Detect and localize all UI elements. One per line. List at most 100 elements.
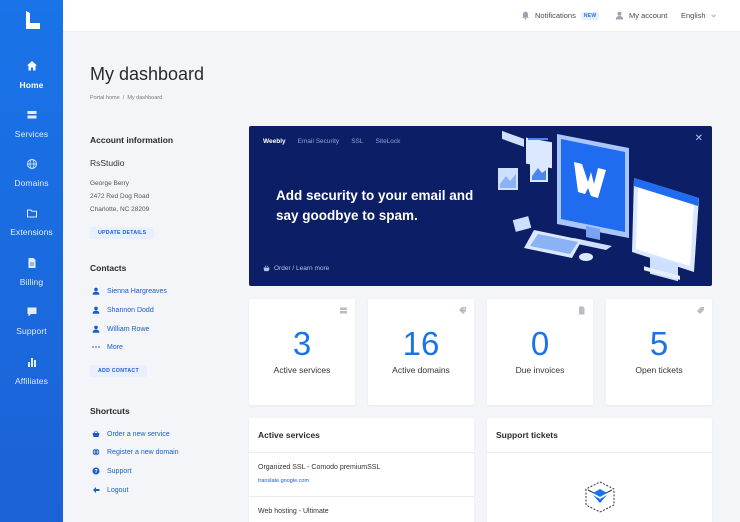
- promo-banner: Weebly Email Security SSL SiteLock ✕ Add…: [249, 126, 712, 286]
- active-services-panel: Active services Organized SSL - Comodo p…: [249, 418, 474, 522]
- service-url[interactable]: translate.google.com: [258, 478, 309, 484]
- banner-headline: Add security to your email and say goodb…: [276, 188, 474, 223]
- stat-value: 16: [402, 325, 440, 362]
- breadcrumb-current: My dashboard: [127, 95, 163, 101]
- tag-icon: [459, 307, 466, 314]
- contact-item[interactable]: Sienna Hargreaves: [92, 287, 167, 295]
- server-icon: [340, 307, 347, 314]
- globe-icon: [26, 159, 37, 169]
- breadcrumb-portal-home[interactable]: Portal home: [90, 95, 120, 101]
- notifications-label: Notifications: [535, 11, 576, 20]
- shortcut-label: Register a new domain: [107, 448, 179, 456]
- sidebar-item-label: Extensions: [10, 227, 53, 237]
- contacts-title: Contacts: [90, 263, 127, 273]
- bar-chart-icon: [27, 358, 36, 367]
- stat-value: 5: [649, 325, 669, 362]
- sidebar-item-billing[interactable]: Billing: [0, 257, 63, 287]
- language-selector[interactable]: English: [681, 11, 716, 20]
- server-icon: [27, 111, 36, 119]
- stat-label: Active domains: [392, 365, 450, 375]
- user-icon: [615, 11, 624, 20]
- basket-icon: [92, 430, 100, 437]
- account-company: RsStudio: [90, 158, 125, 168]
- empty-box-icon: [585, 481, 615, 513]
- address-line: 2472 Red Dog Road: [90, 193, 150, 200]
- stat-label: Due invoices: [515, 365, 565, 375]
- help-icon: ?: [92, 467, 100, 475]
- service-name[interactable]: Web hosting - Ultimate: [258, 508, 329, 515]
- banner-link-label: Order / Learn more: [274, 265, 330, 272]
- update-details-button[interactable]: UPDATE DETAILS: [90, 227, 155, 239]
- breadcrumb-separator: /: [122, 95, 125, 101]
- stat-card-due-invoices[interactable]: 0 Due invoices: [487, 299, 593, 405]
- contact-name: Sienna Hargreaves: [107, 287, 167, 295]
- contact-item[interactable]: William Rowe: [92, 325, 149, 333]
- chevron-down-icon: [710, 13, 716, 17]
- add-contact-button[interactable]: ADD CONTACT: [90, 365, 147, 377]
- sidebar-item-label: Support: [16, 326, 47, 336]
- contacts-more-link[interactable]: More: [92, 343, 123, 351]
- account-info-title: Account information: [90, 135, 174, 145]
- banner-tab-sitelock[interactable]: SiteLock: [375, 138, 400, 145]
- shortcut-register-domain[interactable]: Register a new domain: [92, 448, 179, 456]
- address-line: Charlotte, NC 28209: [90, 206, 150, 213]
- support-tickets-panel: Support tickets: [487, 418, 712, 522]
- stat-label: Active services: [273, 365, 331, 375]
- banner-tab-weebly[interactable]: Weebly: [263, 138, 286, 145]
- sidebar-item-label: Home: [19, 80, 44, 90]
- stat-card-active-services[interactable]: 3 Active services: [249, 299, 355, 405]
- user-icon: [92, 287, 100, 295]
- brand-logo-icon[interactable]: [24, 10, 42, 32]
- shortcut-logout[interactable]: Logout: [92, 486, 128, 494]
- sidebar-item-label: Billing: [19, 277, 44, 287]
- shortcut-support[interactable]: ? Support: [92, 467, 132, 475]
- sidebar-item-affiliates[interactable]: Affiliates: [0, 356, 63, 386]
- stat-value: 3: [292, 325, 312, 362]
- basket-icon: [263, 265, 270, 272]
- shortcut-order-service[interactable]: Order a new service: [92, 430, 170, 438]
- topbar: Notifications NEW My account English: [63, 0, 740, 32]
- sidebar-item-label: Affiliates: [15, 376, 48, 386]
- language-label: English: [681, 11, 706, 20]
- my-account-button[interactable]: My account: [615, 11, 667, 20]
- folder-icon: [26, 209, 37, 218]
- shortcut-label: Support: [107, 467, 132, 475]
- globe-icon: [92, 448, 100, 456]
- sidebar: Home Services Domains Extensions Billing…: [0, 0, 63, 522]
- user-icon: [92, 325, 100, 333]
- sidebar-item-support[interactable]: Support: [0, 306, 63, 336]
- sidebar-item-domains[interactable]: Domains: [0, 158, 63, 188]
- home-icon: [26, 61, 37, 71]
- contact-name: William Rowe: [107, 325, 150, 333]
- document-icon: [579, 306, 585, 315]
- stat-card-active-domains[interactable]: 16 Active domains: [368, 299, 474, 405]
- sidebar-item-services[interactable]: Services: [0, 109, 63, 139]
- ticket-icon: [697, 307, 704, 314]
- service-name[interactable]: Organized SSL - Comodo premiumSSL: [258, 464, 380, 471]
- sidebar-item-label: Domains: [14, 178, 49, 188]
- divider: [487, 452, 712, 453]
- banner-tab-ssl[interactable]: SSL: [351, 138, 363, 145]
- stat-card-open-tickets[interactable]: 5 Open tickets: [606, 299, 712, 405]
- banner-tab-email-security[interactable]: Email Security: [298, 138, 340, 145]
- panel-title: Active services: [258, 430, 320, 440]
- sidebar-item-home[interactable]: Home: [0, 60, 63, 90]
- divider: [249, 452, 474, 453]
- contact-item[interactable]: Shannon Dodd: [92, 306, 154, 314]
- contact-name: Shannon Dodd: [107, 306, 154, 314]
- chat-icon: [27, 307, 36, 317]
- logout-icon: [93, 487, 100, 493]
- bell-icon: [522, 11, 529, 20]
- more-label: More: [107, 343, 123, 351]
- user-icon: [92, 306, 100, 314]
- sidebar-item-extensions[interactable]: Extensions: [0, 207, 63, 237]
- divider: [249, 496, 474, 497]
- sidebar-item-label: Services: [14, 129, 49, 139]
- shortcut-label: Order a new service: [107, 430, 170, 438]
- more-dots-icon: [92, 346, 100, 348]
- notifications-button[interactable]: Notifications NEW: [521, 11, 600, 20]
- document-icon: [28, 258, 35, 268]
- breadcrumb: Portal home / My dashboard: [90, 95, 162, 101]
- banner-order-link[interactable]: Order / Learn more: [263, 265, 329, 272]
- page-title: My dashboard: [90, 64, 205, 84]
